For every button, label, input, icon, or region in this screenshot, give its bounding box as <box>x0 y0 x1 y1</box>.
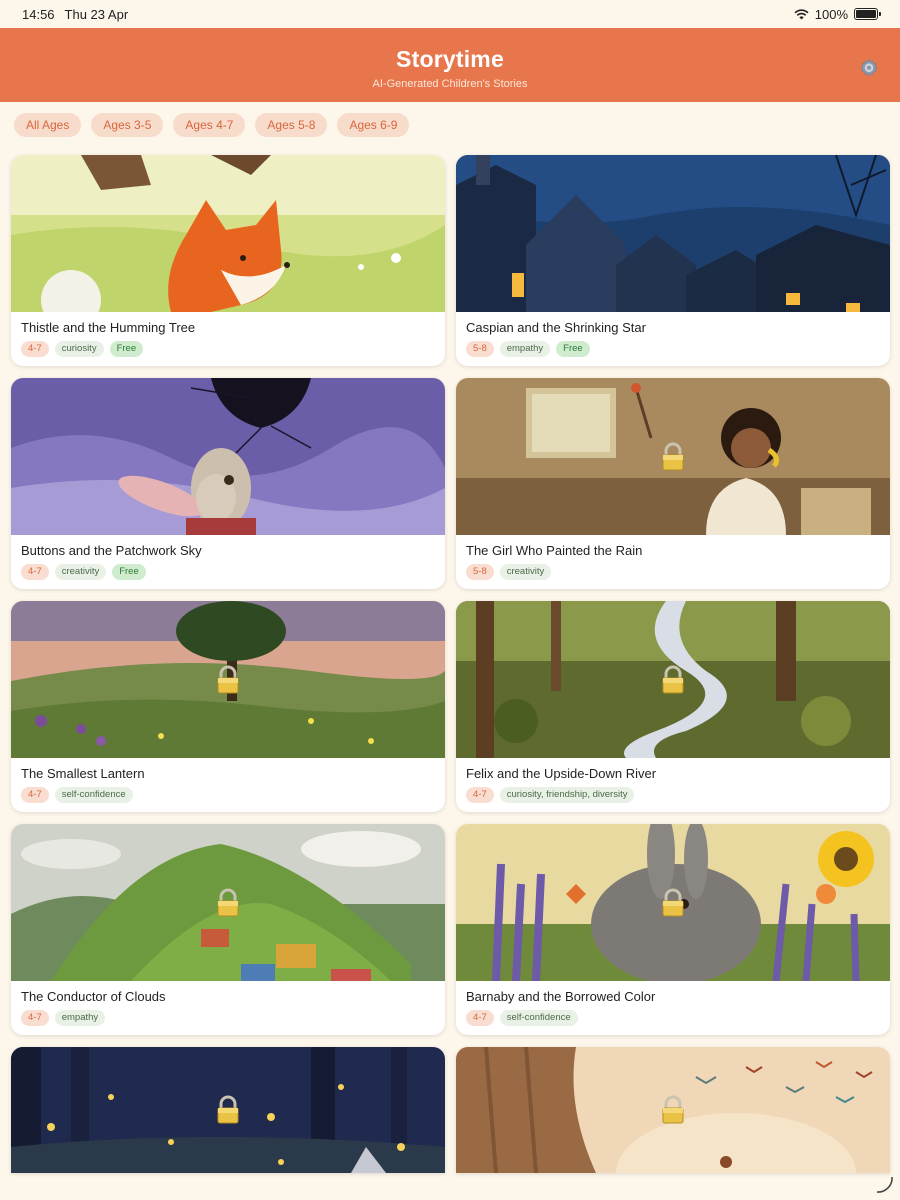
story-tags: 4-7 self-confidence <box>456 1004 890 1026</box>
story-title: Barnaby and the Borrowed Color <box>466 989 656 1004</box>
battery-icon <box>854 8 881 20</box>
story-illustration <box>11 1047 445 1173</box>
age-tag: 5-8 <box>466 564 494 580</box>
filter-ages-3-5[interactable]: Ages 3-5 <box>91 113 164 137</box>
age-tag: 4-7 <box>466 1010 494 1026</box>
lock-icon <box>662 665 684 693</box>
topic-tag: self-confidence <box>499 1010 578 1026</box>
story-illustration <box>456 378 890 535</box>
topic-tag: creativity <box>54 564 107 580</box>
story-card[interactable]: The Smallest Lantern 4-7 self-confidence <box>11 601 445 812</box>
story-card[interactable]: The Conductor of Clouds 4-7 empathy <box>11 824 445 1035</box>
story-card[interactable]: Caspian and the Shrinking Star 5-8 empat… <box>456 155 890 366</box>
free-badge: Free <box>109 341 144 357</box>
lock-icon <box>662 442 684 470</box>
story-illustration <box>456 1047 890 1173</box>
app-header: Storytime AI-Generated Children's Storie… <box>0 28 900 102</box>
story-grid: Thistle and the Humming Tree 4-7 curiosi… <box>11 155 890 1173</box>
story-tags: 4-7 creativity Free <box>11 558 445 580</box>
filter-ages-6-9[interactable]: Ages 6-9 <box>337 113 410 137</box>
battery-percent: 100% <box>814 6 848 22</box>
topic-tag: curiosity <box>54 341 104 357</box>
status-date: Thu 23 Apr <box>64 6 129 22</box>
topic-tag: empathy <box>499 341 551 357</box>
age-tag: 4-7 <box>21 341 49 357</box>
status-bar: 14:56 Thu 23 Apr 100% <box>0 0 900 28</box>
age-tag: 5-8 <box>466 341 494 357</box>
story-tags: 4-7 curiosity Free <box>11 335 445 357</box>
story-tags: 4-7 empathy <box>11 1004 445 1026</box>
lock-icon <box>662 1095 684 1124</box>
filter-all-ages[interactable]: All Ages <box>14 113 82 137</box>
story-title: Caspian and the Shrinking Star <box>466 320 646 335</box>
filter-ages-5-8[interactable]: Ages 5-8 <box>255 113 328 137</box>
story-tags: 5-8 empathy Free <box>456 335 890 357</box>
lock-icon <box>217 1095 239 1124</box>
story-illustration <box>11 378 445 535</box>
story-card[interactable] <box>11 1047 445 1173</box>
story-illustration <box>456 824 890 981</box>
story-title: Felix and the Upside-Down River <box>466 766 657 781</box>
free-badge: Free <box>112 564 146 580</box>
story-illustration <box>456 601 890 758</box>
story-illustration <box>11 824 445 981</box>
age-tag: 4-7 <box>21 1010 49 1026</box>
story-title: The Conductor of Clouds <box>21 989 166 1004</box>
scroll-indicator-icon <box>876 1176 893 1193</box>
topic-tag: curiosity, friendship, diversity <box>499 787 635 803</box>
story-card[interactable]: Buttons and the Patchwork Sky 4-7 creati… <box>11 378 445 589</box>
story-tags: 4-7 self-confidence <box>11 781 445 803</box>
wifi-icon <box>794 8 809 19</box>
story-title: The Girl Who Painted the Rain <box>466 543 643 558</box>
lock-icon <box>662 888 684 916</box>
lock-icon <box>217 888 239 916</box>
story-card[interactable]: Barnaby and the Borrowed Color 4-7 self-… <box>456 824 890 1035</box>
age-tag: 4-7 <box>21 787 49 803</box>
app-subtitle: AI-Generated Children's Stories <box>372 78 528 90</box>
filter-ages-4-7[interactable]: Ages 4-7 <box>173 113 246 137</box>
story-title: Buttons and the Patchwork Sky <box>21 543 202 558</box>
topic-tag: creativity <box>499 564 552 580</box>
lock-icon <box>217 665 239 693</box>
story-card[interactable]: Felix and the Upside-Down River 4-7 curi… <box>456 601 890 812</box>
story-card[interactable]: Thistle and the Humming Tree 4-7 curiosi… <box>11 155 445 366</box>
status-time: 14:56 <box>22 6 55 22</box>
story-tags: 4-7 curiosity, friendship, diversity <box>456 781 890 803</box>
story-illustration <box>11 155 445 312</box>
app-title: Storytime <box>396 46 504 72</box>
free-badge: Free <box>556 341 590 357</box>
age-tag: 4-7 <box>21 564 49 580</box>
story-title: The Smallest Lantern <box>21 766 145 781</box>
story-illustration <box>11 601 445 758</box>
story-title: Thistle and the Humming Tree <box>21 320 196 335</box>
topic-tag: self-confidence <box>54 787 133 803</box>
topic-tag: empathy <box>54 1010 106 1026</box>
age-filter-bar: All Ages Ages 3-5 Ages 4-7 Ages 5-8 Ages… <box>14 113 410 137</box>
story-card[interactable] <box>456 1047 890 1173</box>
gear-icon[interactable] <box>859 58 879 78</box>
age-tag: 4-7 <box>466 787 494 803</box>
story-tags: 5-8 creativity <box>456 558 890 580</box>
story-card[interactable]: The Girl Who Painted the Rain 5-8 creati… <box>456 378 890 589</box>
story-illustration <box>456 155 890 312</box>
